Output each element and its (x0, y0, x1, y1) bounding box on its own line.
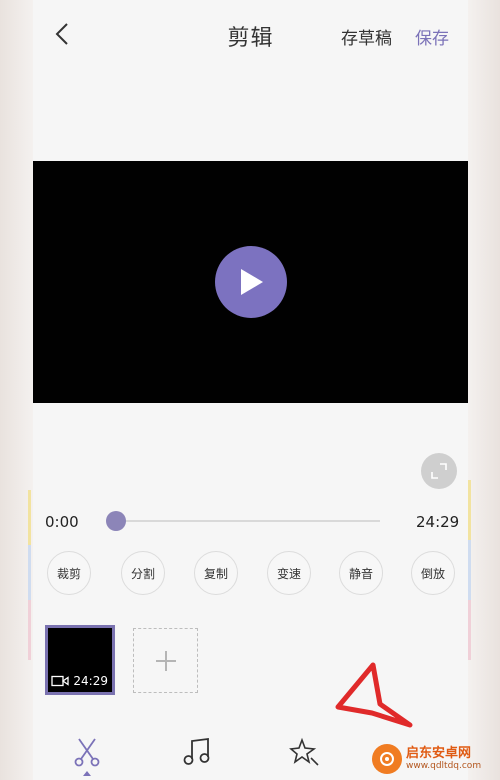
scissors-icon (74, 738, 100, 767)
add-clip-button[interactable] (133, 628, 198, 693)
play-button[interactable] (215, 246, 287, 318)
current-time: 0:00 (45, 513, 79, 531)
tool-copy-button[interactable]: 复制 (194, 551, 238, 595)
expand-icon (431, 463, 447, 479)
tool-speed-button[interactable]: 变速 (267, 551, 311, 595)
fullscreen-button[interactable] (421, 453, 457, 489)
edge-stripe (468, 600, 471, 660)
edge-stripe (28, 545, 31, 600)
watermark-logo-icon (372, 744, 402, 774)
edge-stripe (28, 600, 31, 660)
play-icon (241, 269, 263, 295)
header: 剪辑 存草稿 保存 (33, 0, 468, 70)
edge-stripe (468, 540, 471, 600)
blurred-edge-left (0, 0, 33, 780)
tool-mute-button[interactable]: 静音 (339, 551, 383, 595)
annotation-arrow-icon (335, 662, 413, 728)
plus-icon (155, 650, 176, 671)
save-draft-button[interactable]: 存草稿 (341, 24, 392, 49)
watermark: 启东安卓网 www.qdltdq.com (372, 741, 481, 777)
nav-music[interactable] (177, 732, 217, 772)
save-button[interactable]: 保存 (415, 24, 449, 49)
total-time: 24:29 (416, 513, 460, 531)
tool-reverse-button[interactable]: 倒放 (411, 551, 455, 595)
video-preview[interactable] (33, 161, 468, 403)
nav-edit[interactable] (67, 732, 107, 772)
nav-active-indicator (83, 771, 91, 776)
sparkle-wand-icon (289, 737, 319, 766)
edge-stripe (28, 490, 31, 545)
edge-stripe (468, 480, 471, 540)
video-camera-icon (51, 675, 69, 687)
blurred-edge-right (468, 0, 500, 780)
tool-crop-button[interactable]: 裁剪 (47, 551, 91, 595)
progress-thumb[interactable] (106, 511, 126, 531)
page-title: 剪辑 (227, 26, 274, 51)
clip-duration: 24:29 (73, 674, 108, 688)
watermark-url: www.qdltdq.com (406, 761, 482, 771)
watermark-name: 启东安卓网 (406, 746, 472, 761)
progress-track[interactable] (117, 520, 380, 522)
clip-thumbnail[interactable]: 24:29 (45, 625, 115, 695)
tool-split-button[interactable]: 分割 (121, 551, 165, 595)
music-note-icon (183, 737, 210, 765)
